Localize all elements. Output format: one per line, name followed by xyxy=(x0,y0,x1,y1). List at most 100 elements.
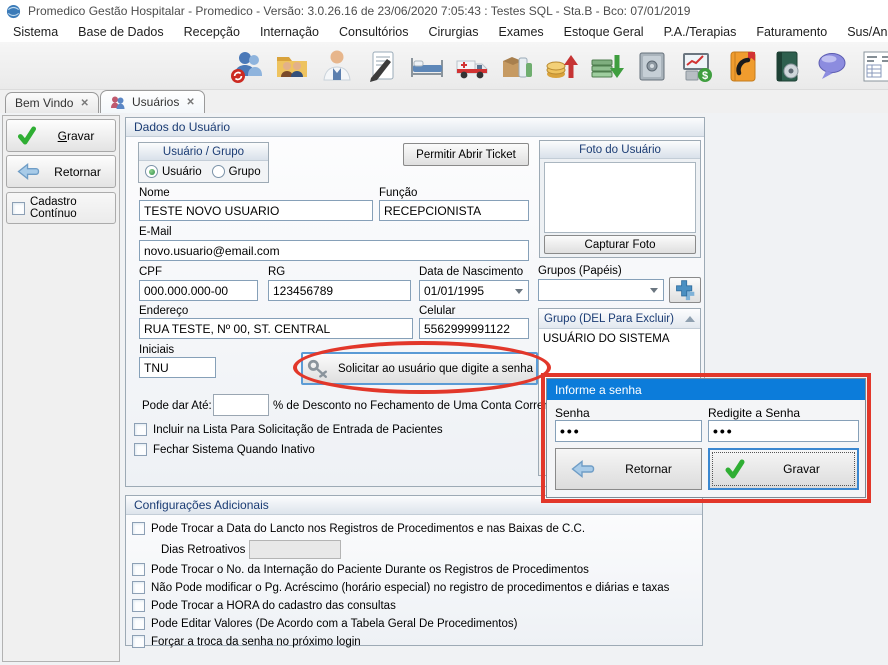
grupo-list-header-label: Grupo (DEL Para Excluir) xyxy=(544,313,674,325)
close-icon[interactable]: ✕ xyxy=(186,97,194,108)
dialog-retornar-label: Retornar xyxy=(596,462,701,476)
tab-usuarios-label: Usuários xyxy=(132,95,179,109)
retornar-label: Retornar xyxy=(40,165,115,179)
config-hora-checkbox[interactable] xyxy=(132,599,145,612)
capturar-foto-button[interactable]: Capturar Foto xyxy=(544,235,696,254)
menu-sus-ans[interactable]: Sus/Ans xyxy=(842,25,888,39)
config-option-valores: Pode Editar Valores (De Acordo com a Tab… xyxy=(132,617,517,630)
tipo-box-header: Usuário / Grupo xyxy=(139,143,268,161)
redigite-senha-label: Redigite a Senha xyxy=(708,406,800,420)
phonebook-icon[interactable] xyxy=(723,47,761,85)
redigite-senha-input[interactable]: ••• xyxy=(708,420,859,442)
menu-recepcao[interactable]: Recepção xyxy=(179,25,245,39)
config-group-header: Configurações Adicionais xyxy=(126,496,702,515)
menu-base-de-dados[interactable]: Base de Dados xyxy=(73,25,168,39)
config-group-title: Configurações Adicionais xyxy=(134,498,269,512)
config-acrescimo-checkbox[interactable] xyxy=(132,581,145,594)
menu-sistema[interactable]: Sistema xyxy=(8,25,63,39)
config-troca-senha-checkbox[interactable] xyxy=(132,635,145,648)
config-hora-label: Pode Trocar a HORA do cadastro das consu… xyxy=(151,600,396,612)
chat-icon[interactable] xyxy=(813,47,851,85)
endereco-input[interactable]: RUA TESTE, Nº 00, ST. CENTRAL xyxy=(139,318,413,339)
doctor-icon[interactable] xyxy=(318,47,356,85)
tab-usuarios[interactable]: Usuários ✕ xyxy=(100,90,205,113)
config-option-troca-senha: Forçar a troca da senha no próximo login xyxy=(132,635,361,648)
desconto-input[interactable] xyxy=(213,394,269,416)
menu-consultorios[interactable]: Consultórios xyxy=(334,25,413,39)
chevron-down-icon xyxy=(515,289,523,294)
list-item[interactable]: USUÁRIO DO SISTEMA xyxy=(539,329,700,348)
config-data-lancto-label: Pode Trocar a Data do Lancto nos Registr… xyxy=(151,523,585,535)
menu-pa-terapias[interactable]: P.A./Terapias xyxy=(659,25,742,39)
financial-chart-icon[interactable]: $ xyxy=(678,47,716,85)
config-troca-senha-label: Forçar a troca da senha no próximo login xyxy=(151,636,361,648)
ambulance-icon[interactable] xyxy=(453,47,491,85)
pode-dar-ate-label: Pode dar Até: xyxy=(142,400,212,412)
tab-bem-vindo[interactable]: Bem Vindo ✕ xyxy=(5,92,99,113)
menu-exames[interactable]: Exames xyxy=(494,25,549,39)
incluir-lista-checkbox[interactable] xyxy=(134,423,147,436)
funcao-input[interactable]: RECEPCIONISTA xyxy=(379,200,529,221)
menu-faturamento[interactable]: Faturamento xyxy=(751,25,832,39)
users-sync-icon[interactable] xyxy=(228,47,266,85)
grupos-papeis-combo[interactable] xyxy=(538,279,664,301)
senha-input[interactable]: ••• xyxy=(555,420,702,442)
fechar-sistema-checkbox[interactable] xyxy=(134,443,147,456)
menu-cirurgias[interactable]: Cirurgias xyxy=(424,25,484,39)
back-arrow-icon xyxy=(17,162,40,181)
dialog-gravar-button[interactable]: Gravar xyxy=(708,448,859,490)
foto-box-header: Foto do Usuário xyxy=(540,141,700,159)
permitir-abrir-ticket-button[interactable]: Permitir Abrir Ticket xyxy=(403,143,529,166)
radio-grupo[interactable] xyxy=(212,165,225,178)
cadastro-continuo-checkbox[interactable] xyxy=(12,202,25,215)
sidebar: Gravar Retornar Cadastro Contínuo xyxy=(2,115,120,662)
close-icon[interactable]: ✕ xyxy=(80,98,88,109)
radio-usuario[interactable] xyxy=(145,165,158,178)
cpf-label: CPF xyxy=(139,266,162,278)
cpf-input[interactable]: 000.000.000-00 xyxy=(139,280,258,301)
config-data-lancto-checkbox[interactable] xyxy=(132,522,145,535)
patients-folder-icon[interactable] xyxy=(273,47,311,85)
solicitar-senha-button[interactable]: Solicitar ao usuário que digite a senha xyxy=(301,352,538,385)
data-nascimento-combo[interactable]: 01/01/1995 xyxy=(419,280,529,301)
fechar-sistema-label: Fechar Sistema Quando Inativo xyxy=(153,444,315,456)
config-acrescimo-label: Não Pode modificar o Pg. Acréscimo (horá… xyxy=(151,582,669,594)
users-tab-icon xyxy=(110,95,125,110)
prescription-icon[interactable] xyxy=(363,47,401,85)
payments-out-icon[interactable] xyxy=(588,47,626,85)
system-manual-icon[interactable] xyxy=(768,47,806,85)
report-icon[interactable] xyxy=(858,47,888,85)
config-option-hora: Pode Trocar a HORA do cadastro das consu… xyxy=(132,599,396,612)
window-title: Promedico Gestão Hospitalar - Promedico … xyxy=(28,4,690,18)
iniciais-input[interactable]: TNU xyxy=(139,357,216,378)
config-internacao-checkbox[interactable] xyxy=(132,563,145,576)
dias-retroativos-label: Dias Retroativos : xyxy=(161,544,252,556)
dialog-retornar-button[interactable]: Retornar xyxy=(555,448,702,490)
incluir-lista-label: Incluir na Lista Para Solicitação de Ent… xyxy=(153,424,443,436)
safe-icon[interactable] xyxy=(633,47,671,85)
retornar-button[interactable]: Retornar xyxy=(6,155,116,188)
add-grupo-button[interactable] xyxy=(669,277,701,303)
hospital-bed-icon[interactable] xyxy=(408,47,446,85)
grupo-list-header[interactable]: Grupo (DEL Para Excluir) xyxy=(539,309,700,329)
email-input[interactable]: novo.usuario@email.com xyxy=(139,240,529,261)
menu-estoque-geral[interactable]: Estoque Geral xyxy=(559,25,649,39)
tipo-usuario-grupo-box: Usuário / Grupo Usuário Grupo xyxy=(138,142,269,183)
dialog-gravar-label: Gravar xyxy=(746,462,857,476)
menu-internacao[interactable]: Internação xyxy=(255,25,324,39)
config-valores-checkbox[interactable] xyxy=(132,617,145,630)
menu-bar: Sistema Base de Dados Recepção Internaçã… xyxy=(0,22,888,42)
title-bar: Promedico Gestão Hospitalar - Promedico … xyxy=(0,0,888,22)
funcao-label: Função xyxy=(379,187,417,199)
pharmacy-icon[interactable] xyxy=(498,47,536,85)
incluir-lista-option: Incluir na Lista Para Solicitação de Ent… xyxy=(134,423,443,436)
solicitar-senha-label: Solicitar ao usuário que digite a senha xyxy=(338,363,533,375)
gravar-button[interactable]: Gravar xyxy=(6,119,116,152)
rg-input[interactable]: 123456789 xyxy=(268,280,411,301)
dados-group-title: Dados do Usuário xyxy=(134,120,230,134)
nome-input[interactable]: TESTE NOVO USUARIO xyxy=(139,200,373,221)
config-option-data-lancto: Pode Trocar a Data do Lancto nos Registr… xyxy=(132,522,585,535)
revenue-in-icon[interactable] xyxy=(543,47,581,85)
back-arrow-icon xyxy=(570,459,596,479)
celular-input[interactable]: 5562999991122 xyxy=(419,318,529,339)
